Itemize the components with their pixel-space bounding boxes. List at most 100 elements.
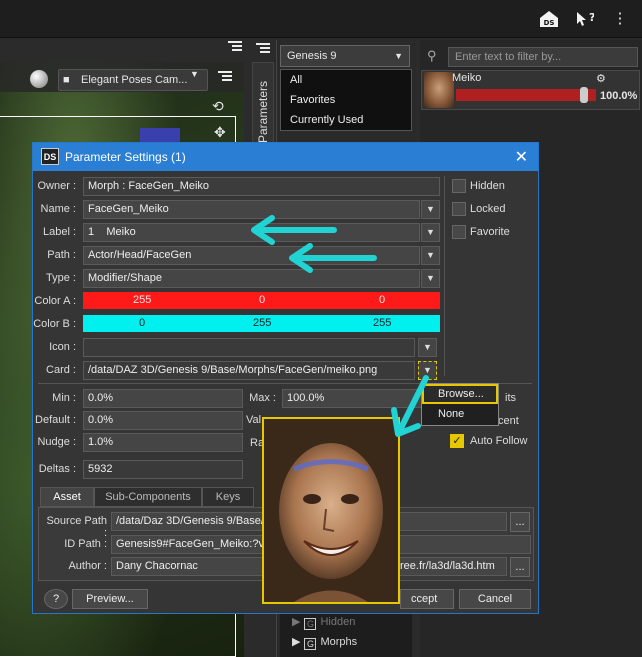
min-label: Min : bbox=[52, 392, 76, 404]
card-preview-image bbox=[262, 417, 400, 604]
source-path-label: Source Path : bbox=[46, 515, 107, 539]
tab-parameters-label: Parameters bbox=[256, 80, 270, 143]
card-label: Card : bbox=[46, 364, 76, 376]
favorite-label: Favorite bbox=[470, 226, 510, 238]
author-url: ree.fr/la3d/la3d.htm bbox=[400, 560, 495, 572]
color-a-blue: 0 bbox=[379, 294, 386, 306]
limits-label: its bbox=[505, 392, 516, 404]
orbit-icon[interactable]: ⟲ bbox=[212, 98, 224, 115]
cancel-button[interactable]: Cancel bbox=[459, 589, 531, 609]
color-a-red: 255 bbox=[133, 294, 152, 306]
tab-asset[interactable]: Asset bbox=[40, 487, 94, 507]
type-dropdown-icon[interactable]: ▼ bbox=[421, 269, 440, 288]
camera-dropdown-icon[interactable]: ▼ bbox=[190, 69, 199, 79]
max-label: Max : bbox=[249, 392, 276, 404]
card-field[interactable]: /data/DAZ 3D/Genesis 9/Base/Morphs/FaceG… bbox=[83, 361, 415, 380]
locked-checkbox[interactable] bbox=[452, 202, 466, 216]
hidden-checkbox[interactable] bbox=[452, 179, 466, 193]
label-label: Label : bbox=[42, 226, 76, 238]
pane-menu-icon[interactable] bbox=[228, 40, 242, 54]
owner-label: Owner : bbox=[37, 180, 76, 192]
owner-field: Morph : FaceGen_Meiko bbox=[83, 177, 440, 196]
color-b-swatch[interactable]: 0 255 255 bbox=[83, 315, 440, 332]
camera-select[interactable]: ■ Elegant Poses Cam... bbox=[58, 69, 208, 91]
close-icon[interactable]: ✕ bbox=[515, 147, 528, 167]
filter-input[interactable]: Enter text to filter by... bbox=[448, 47, 638, 67]
meiko-thumbnail bbox=[424, 72, 454, 108]
tree-item-morphs[interactable]: ▶ G Morphs bbox=[280, 632, 412, 652]
accept-button[interactable]: ccept bbox=[400, 589, 454, 609]
scene-tree: ▶ G Hidden ▶ G Morphs bbox=[280, 612, 412, 657]
nudge-label: Nudge : bbox=[37, 436, 76, 448]
author-name: Dany Chacornac bbox=[116, 560, 198, 572]
auto-follow-checkbox[interactable]: ✓ bbox=[450, 434, 464, 448]
value-label: Val bbox=[246, 414, 262, 426]
path-label: Path : bbox=[47, 249, 76, 261]
menu-item-favorites[interactable]: Favorites bbox=[281, 90, 411, 110]
menu-item-all[interactable]: All bbox=[281, 70, 411, 90]
svg-text:?: ? bbox=[589, 11, 594, 24]
figure-menu: All Favorites Currently Used bbox=[280, 69, 412, 131]
icon-field[interactable] bbox=[83, 338, 415, 357]
name-label: Name : bbox=[40, 203, 76, 215]
divider bbox=[444, 176, 445, 376]
group-icon: G bbox=[304, 618, 317, 630]
preview-button[interactable]: Preview... bbox=[72, 589, 148, 609]
label-value: Meiko bbox=[106, 226, 136, 238]
source-path-browse-button[interactable]: ... bbox=[510, 512, 530, 532]
parameters-menu-icon[interactable] bbox=[256, 42, 270, 56]
color-a-label: Color A : bbox=[34, 295, 76, 307]
chevron-down-icon: ▼ bbox=[394, 51, 403, 61]
author-browse-button[interactable]: ... bbox=[510, 557, 530, 577]
color-a-swatch[interactable]: 255 0 0 bbox=[83, 292, 440, 309]
deltas-label: Deltas : bbox=[38, 463, 76, 475]
slider-name: Meiko bbox=[452, 72, 482, 84]
dialog-title: Parameter Settings (1) bbox=[65, 150, 186, 164]
tab-sub-components[interactable]: Sub-Components bbox=[94, 487, 202, 507]
deltas-field: 5932 bbox=[83, 460, 243, 479]
path-dropdown-icon[interactable]: ▼ bbox=[421, 246, 440, 265]
label-index: 1 bbox=[88, 226, 95, 238]
tab-keys[interactable]: Keys bbox=[202, 487, 254, 507]
more-menu-icon[interactable]: ⋮ bbox=[610, 9, 630, 29]
slider-options-icon[interactable]: ⚙ bbox=[596, 72, 606, 85]
viewport-menu-icon[interactable] bbox=[218, 70, 232, 84]
slider-handle[interactable] bbox=[580, 87, 588, 103]
default-field[interactable]: 0.0% bbox=[83, 411, 243, 430]
tab-parameters[interactable]: Parameters bbox=[252, 62, 274, 152]
svg-text:DS: DS bbox=[544, 19, 555, 27]
dialog-titlebar[interactable]: DS Parameter Settings (1) ✕ bbox=[33, 143, 538, 171]
annotation-arrow-path bbox=[284, 238, 384, 278]
help-cursor-icon[interactable]: ? bbox=[574, 9, 595, 29]
author-label: Author : bbox=[68, 560, 107, 572]
ds-home-icon[interactable]: DS bbox=[538, 9, 558, 29]
camera-icon: ■ bbox=[63, 74, 70, 86]
name-dropdown-icon[interactable]: ▼ bbox=[421, 200, 440, 219]
help-button[interactable]: ? bbox=[44, 589, 68, 609]
id-path-label: ID Path : bbox=[64, 538, 107, 550]
color-a-green: 0 bbox=[259, 294, 266, 306]
color-b-green: 255 bbox=[253, 317, 272, 329]
nudge-field[interactable]: 1.0% bbox=[83, 433, 243, 452]
default-label: Default : bbox=[35, 414, 76, 426]
figure-select[interactable]: Genesis 9 ▼ bbox=[280, 45, 410, 67]
menu-item-currently-used[interactable]: Currently Used bbox=[281, 110, 411, 130]
slider-track[interactable] bbox=[456, 89, 596, 101]
search-icon: ⚲ bbox=[427, 48, 437, 63]
daz-logo-icon: DS bbox=[41, 148, 59, 165]
locked-label: Locked bbox=[470, 203, 506, 215]
type-label: Type : bbox=[46, 272, 76, 284]
favorite-checkbox[interactable] bbox=[452, 225, 466, 239]
figure-select-value: Genesis 9 bbox=[287, 50, 337, 62]
auto-follow-label: Auto Follow bbox=[470, 435, 528, 447]
render-sphere-icon[interactable] bbox=[30, 70, 48, 88]
color-b-blue: 255 bbox=[373, 317, 392, 329]
icon-label: Icon : bbox=[49, 341, 76, 353]
hidden-label: Hidden bbox=[470, 180, 505, 192]
slider-value[interactable]: 100.0% bbox=[600, 90, 637, 102]
percent-label: cent bbox=[498, 415, 519, 427]
icon-dropdown-icon[interactable]: ▼ bbox=[418, 338, 437, 357]
tree-item-hidden[interactable]: ▶ G Hidden bbox=[280, 612, 412, 632]
label-dropdown-icon[interactable]: ▼ bbox=[421, 223, 440, 242]
min-field[interactable]: 0.0% bbox=[83, 389, 243, 408]
